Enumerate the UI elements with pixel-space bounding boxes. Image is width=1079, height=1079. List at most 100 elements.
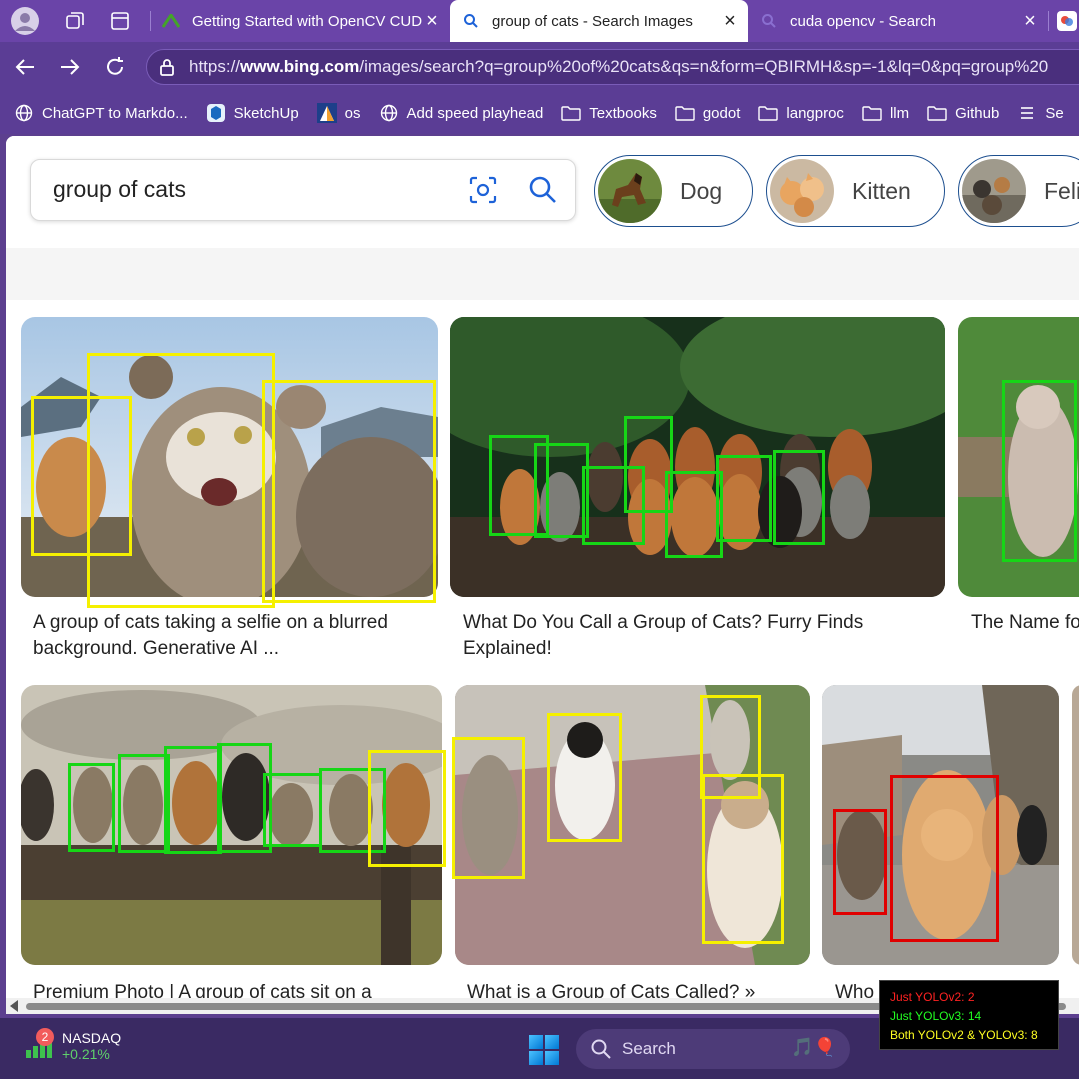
bookmark-add-speed-playhead[interactable]: Add speed playhead	[379, 103, 543, 123]
search-input[interactable]: group of cats	[53, 176, 186, 203]
visual-search-icon[interactable]	[467, 174, 499, 206]
bookmark-label: Textbooks	[589, 104, 657, 122]
address-bar[interactable]: https://www.bing.com/images/search?q=gro…	[146, 49, 1079, 85]
folder-icon	[758, 103, 779, 123]
collections-icon[interactable]	[60, 6, 90, 36]
search-highlight-icon: 🎵🎈	[791, 1037, 836, 1057]
close-tab-icon[interactable]: ×	[1020, 10, 1040, 33]
forward-button[interactable]	[55, 52, 85, 82]
stat-both: Both YOLOv2 & YOLOv3: 8	[890, 1028, 1038, 1042]
tab-opencv-cuda[interactable]: Getting Started with OpenCV CUD ×	[150, 0, 450, 42]
bookmark-folder-godot[interactable]: godot	[675, 103, 741, 123]
folder-icon	[675, 103, 695, 123]
search-box[interactable]: group of cats	[30, 159, 576, 221]
feline-thumbnail	[962, 159, 1026, 223]
stock-name: NASDAQ	[62, 1030, 122, 1046]
bookmark-sketchup[interactable]: SketchUp	[206, 103, 299, 123]
search-header: group of cats Dog Kitten Feli	[6, 136, 1079, 248]
url-domain: www.bing.com	[240, 57, 360, 76]
chip-feline[interactable]: Feli	[958, 155, 1079, 227]
bookmark-chatgpt-markdown[interactable]: ChatGPT to Markdo...	[14, 103, 188, 123]
chip-label: Dog	[680, 177, 723, 204]
detection-box-both	[702, 774, 784, 944]
bookmark-label: Se	[1045, 104, 1064, 122]
opencv-favicon-icon	[162, 12, 180, 30]
vertical-tabs-icon[interactable]	[105, 6, 135, 36]
detection-box-both	[87, 353, 275, 608]
bookmark-label: ChatGPT to Markdo...	[42, 104, 188, 122]
detection-stats-panel: Just YOLOv2: 2 Just YOLOv3: 14 Both YOLO…	[879, 980, 1059, 1050]
globe-icon	[379, 103, 399, 123]
stock-chart-icon: 2	[24, 1028, 54, 1060]
detection-box-yolov3	[665, 471, 723, 558]
stat-just-yolov3: Just YOLOv3: 14	[890, 1009, 982, 1023]
result-caption[interactable]: What Do You Call a Group of Cats? Furry …	[463, 610, 933, 662]
detection-box-yolov2	[890, 775, 999, 942]
detection-box-yolov3	[68, 763, 115, 852]
dog-thumbnail	[598, 159, 662, 223]
taskbar-search-placeholder: Search	[622, 1039, 676, 1058]
scroll-left-arrow-icon[interactable]	[10, 1000, 18, 1012]
bookmark-os[interactable]: os	[316, 103, 361, 123]
chip-kitten[interactable]: Kitten	[766, 155, 945, 227]
kitten-thumbnail	[770, 159, 834, 223]
result-caption[interactable]: The Name fo	[971, 610, 1079, 636]
search-icon[interactable]	[527, 174, 559, 206]
list-icon	[1017, 103, 1037, 123]
tab-bar: Getting Started with OpenCV CUD × group …	[0, 0, 1079, 42]
detection-box-yolov3	[534, 443, 589, 538]
web-page: group of cats Dog Kitten Feli A group of…	[6, 136, 1079, 998]
bookmark-folder-llm[interactable]: llm	[862, 103, 909, 123]
chip-label: Feli	[1044, 177, 1079, 204]
search-icon	[591, 1039, 611, 1059]
search-favicon-icon	[462, 12, 480, 30]
detection-box-both	[262, 380, 436, 603]
search-favicon-icon	[760, 12, 778, 30]
detection-box-yolov2	[833, 809, 887, 915]
bookmark-label: langproc	[786, 104, 844, 122]
tab-title: cuda opencv - Search	[790, 12, 936, 30]
url-prefix: https://	[189, 57, 241, 76]
chip-dog[interactable]: Dog	[594, 155, 753, 227]
tab-cuda-opencv[interactable]: cuda opencv - Search ×	[748, 0, 1048, 42]
windows-start-icon[interactable]	[529, 1035, 559, 1065]
close-tab-icon[interactable]: ×	[422, 10, 442, 33]
close-tab-icon[interactable]: ×	[720, 10, 740, 33]
back-button[interactable]	[10, 52, 40, 82]
notification-badge: 2	[36, 1028, 54, 1046]
globe-icon	[14, 103, 34, 123]
profile-avatar-icon[interactable]	[10, 6, 40, 36]
result-caption[interactable]: A group of cats taking a selfie on a blu…	[33, 610, 443, 662]
chip-label: Kitten	[852, 177, 911, 204]
taskbar-search[interactable]: Search 🎵🎈	[576, 1029, 850, 1069]
filter-band	[6, 248, 1079, 300]
new-tab-favicon-icon[interactable]	[1052, 6, 1079, 36]
detection-box-both	[547, 713, 622, 842]
folder-icon	[561, 103, 581, 123]
bookmark-folder-github[interactable]: Github	[927, 103, 999, 123]
detection-box-yolov3	[263, 773, 322, 847]
bookmark-folder-textbooks[interactable]: Textbooks	[561, 103, 657, 123]
stock-change: +0.21%	[62, 1046, 110, 1062]
result-image-partial[interactable]	[1072, 685, 1079, 965]
bookmark-more[interactable]: Se	[1017, 103, 1064, 123]
bookmark-label: godot	[702, 104, 741, 122]
folder-icon	[927, 103, 947, 123]
lock-icon[interactable]	[159, 58, 181, 76]
result-caption[interactable]: Premium Photo | A group of cats sit on a	[33, 980, 443, 998]
refresh-button[interactable]	[100, 52, 130, 82]
bookmark-folder-langproc[interactable]: langproc	[758, 103, 844, 123]
detection-box-yolov3	[164, 746, 222, 854]
tab-group-of-cats[interactable]: group of cats - Search Images ×	[450, 0, 748, 42]
url-path: /images/search?q=group%20of%20cats&qs=n&…	[359, 57, 1049, 76]
stock-widget[interactable]: 2 NASDAQ +0.21%	[24, 1028, 122, 1062]
detection-box-yolov3	[118, 754, 170, 853]
detection-box-yolov3	[773, 450, 825, 545]
bookmark-label: Github	[955, 104, 1000, 122]
bookmark-label: SketchUp	[233, 104, 299, 122]
tab-separator	[1048, 11, 1049, 31]
result-caption[interactable]: What is a Group of Cats Called? »	[467, 980, 807, 998]
tab-title: group of cats - Search Images	[492, 12, 693, 30]
bookmark-label: llm	[889, 104, 910, 122]
sketchup-icon	[206, 103, 226, 123]
